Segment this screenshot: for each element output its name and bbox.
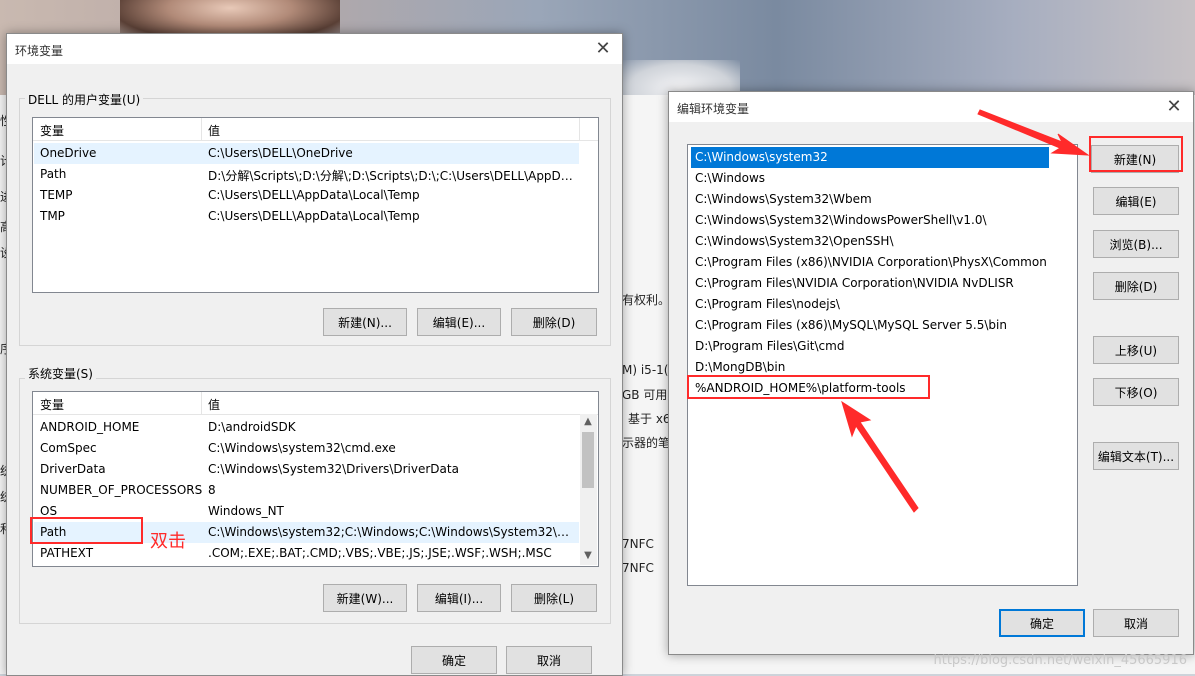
arrow-to-new-path <box>841 400 919 513</box>
annotation-arrows <box>841 109 1090 513</box>
arrow-to-new-button <box>977 109 1090 156</box>
watermark: https://blog.csdn.net/weixin_45665916 <box>933 653 1187 668</box>
